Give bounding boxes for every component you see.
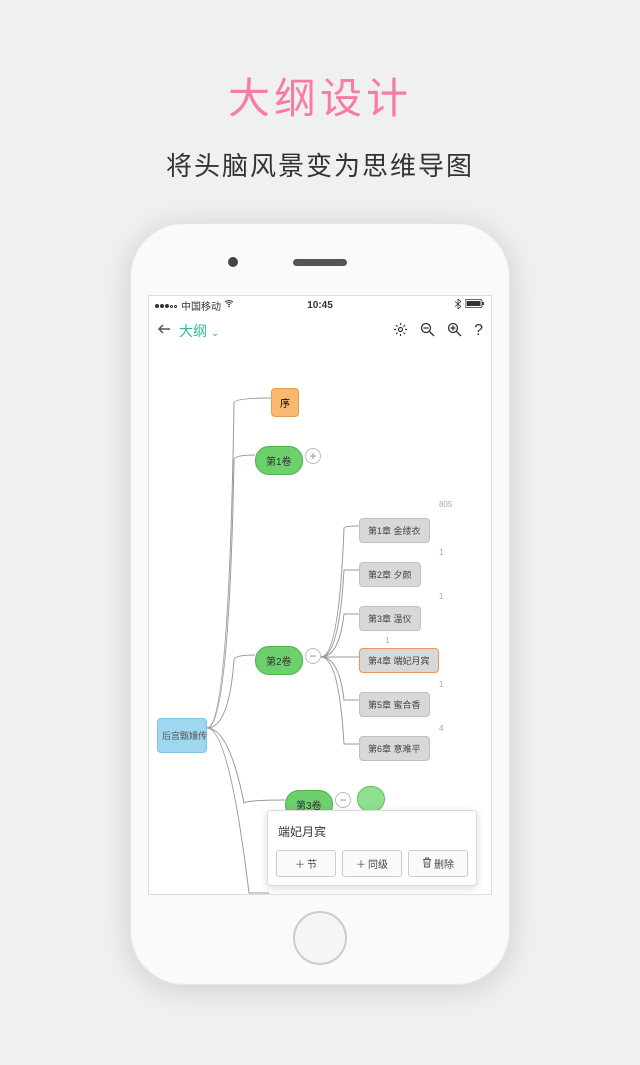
page-main-title: 大纲设计 (0, 65, 640, 126)
chapter-4-node-selected[interactable]: 第4章 端妃月宾 (359, 648, 439, 673)
expand-vol3-button[interactable]: − (335, 792, 351, 808)
phone-frame: 中国移动 10:45 大纲 (130, 223, 510, 985)
chapter-6-node[interactable]: 第6章 意难平 (359, 736, 430, 761)
battery-icon (465, 299, 485, 311)
back-button[interactable] (157, 322, 171, 341)
preface-node[interactable]: 序 (271, 388, 299, 417)
count-805: 805 (439, 500, 452, 509)
root-node[interactable]: 后宫甄嬛传 (157, 718, 207, 753)
page-subtitle: 将头脑风景变为思维导图 (0, 146, 640, 183)
phone-home-button[interactable] (293, 911, 347, 965)
expand-vol1-button[interactable]: + (305, 448, 321, 464)
zoom-out-button[interactable] (420, 322, 435, 340)
delete-label: 删除 (434, 856, 454, 871)
wifi-icon (224, 300, 234, 310)
volume-2-node[interactable]: 第2卷 (255, 646, 303, 675)
count-1c: 1 (385, 636, 389, 645)
chapter-3-node[interactable]: 第3章 温仪 (359, 606, 421, 631)
chevron-down-icon: ⌄ (211, 328, 219, 339)
plus-icon: ＋ (356, 856, 366, 871)
screen: 中国移动 10:45 大纲 (148, 295, 492, 895)
mindmap-canvas[interactable]: 后宫甄嬛传 序 第1卷 第2卷 第3卷 + − − 805 第1章 金缕衣 1 … (149, 348, 491, 894)
carrier-label: 中国移动 (181, 298, 221, 313)
popup-title[interactable]: 端妃月宾 (276, 819, 468, 850)
outline-dropdown[interactable]: 大纲 ⌄ (179, 321, 219, 341)
chapter-1-node[interactable]: 第1章 金缕衣 (359, 518, 430, 543)
bluetooth-icon (455, 299, 461, 311)
help-button[interactable]: ? (474, 322, 483, 340)
add-sibling-button[interactable]: ＋ 同级 (342, 850, 402, 877)
phone-speaker (293, 259, 347, 266)
count-4: 4 (439, 724, 443, 733)
chapter-5-node[interactable]: 第5章 蜜合香 (359, 692, 430, 717)
zoom-in-button[interactable] (447, 322, 462, 340)
add-child-button[interactable]: ＋ 节 (276, 850, 336, 877)
delete-button[interactable]: 删除 (408, 850, 468, 877)
collapse-vol2-button[interactable]: − (305, 648, 321, 664)
phone-camera (228, 257, 238, 267)
signal-dots-icon (155, 300, 178, 311)
add-child-label: 节 (307, 856, 317, 871)
trash-icon (422, 857, 432, 871)
toolbar: 大纲 ⌄ ? (149, 314, 491, 348)
status-bar: 中国移动 10:45 (149, 296, 491, 314)
chapter-2-node[interactable]: 第2章 夕颜 (359, 562, 421, 587)
node-edit-popup: 端妃月宾 ＋ 节 ＋ 同级 删除 (267, 810, 477, 886)
volume-3-child-node[interactable] (357, 786, 385, 812)
count-1b: 1 (439, 592, 443, 601)
plus-icon: ＋ (295, 856, 305, 871)
count-1d: 1 (439, 680, 443, 689)
outline-label-text: 大纲 (179, 323, 207, 339)
add-sibling-label: 同级 (368, 856, 388, 871)
volume-1-node[interactable]: 第1卷 (255, 446, 303, 475)
count-1a: 1 (439, 548, 443, 557)
settings-button[interactable] (393, 322, 408, 340)
clock: 10:45 (265, 300, 375, 311)
